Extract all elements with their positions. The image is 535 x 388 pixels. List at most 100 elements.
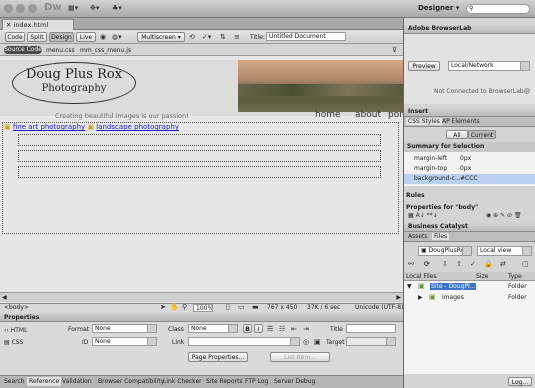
page-properties-button[interactable]: Page Properties... xyxy=(188,352,248,362)
bold-button[interactable]: B xyxy=(243,324,252,333)
tab-css-styles[interactable]: CSS Styles xyxy=(406,118,442,125)
html-mode-button[interactable]: ‹› HTML xyxy=(4,327,27,334)
file-row[interactable]: ▶ ▣ images Folder xyxy=(404,293,535,303)
workspace-switcher[interactable]: Designer ▾ xyxy=(418,4,459,12)
italic-button[interactable]: I xyxy=(254,324,263,333)
globe-icon[interactable]: ◍▾ xyxy=(112,33,122,41)
id-select[interactable]: None xyxy=(92,337,157,346)
bottom-tab[interactable]: Validation xyxy=(62,378,92,385)
bottom-tab[interactable]: Search xyxy=(4,378,25,385)
source-code-button[interactable]: Source Code xyxy=(4,46,42,54)
zoom-select[interactable]: 100% xyxy=(193,304,213,312)
bottom-tab[interactable]: FTP Log xyxy=(245,378,268,385)
expand-arrow-icon[interactable]: ▼ xyxy=(407,283,412,290)
outdent-icon[interactable]: ⇤ xyxy=(291,325,297,333)
related-file[interactable]: menu.css xyxy=(46,47,75,54)
log-button[interactable]: Log... xyxy=(508,377,532,386)
live-view-button[interactable]: Live xyxy=(76,32,96,42)
inspect-icon[interactable]: ◉ xyxy=(100,33,106,41)
site-menu-icon[interactable]: ♣▾ xyxy=(112,4,122,12)
get-files-icon[interactable]: ⇩ xyxy=(442,260,448,268)
ordered-list-icon[interactable]: ☷ xyxy=(279,325,285,333)
rule-property[interactable]: margin-left xyxy=(414,155,447,162)
bottom-tab[interactable]: Browser Compatibility xyxy=(98,378,164,385)
file-management-icon[interactable]: ⇅ xyxy=(220,33,226,41)
bottom-tab[interactable]: Link Checker xyxy=(163,378,202,385)
hand-tool-icon[interactable]: ✋ xyxy=(170,303,179,311)
unordered-list-icon[interactable]: ☰ xyxy=(267,325,273,333)
desktop-size-icon[interactable]: ▬ xyxy=(252,303,259,311)
col-size[interactable]: Size xyxy=(476,273,488,280)
zoom-window-icon[interactable] xyxy=(28,4,37,13)
mobile-size-icon[interactable]: ▯ xyxy=(226,303,230,311)
layout-menu-icon[interactable]: ▦▾ xyxy=(68,4,78,12)
rule-property[interactable]: background-c... xyxy=(414,175,461,182)
bottom-tab[interactable]: Server Debug xyxy=(274,378,315,385)
document-tab[interactable]: ✕ index.html (XHTML) xyxy=(2,19,74,39)
rule-value[interactable]: 0px xyxy=(460,155,471,162)
preview-button[interactable]: Preview xyxy=(408,61,440,71)
design-view-button[interactable]: Design xyxy=(49,32,74,42)
minimize-window-icon[interactable] xyxy=(16,4,25,13)
view-select[interactable]: Local view xyxy=(477,246,532,256)
put-files-icon[interactable]: ⇧ xyxy=(456,260,462,268)
browse-folder-icon[interactable]: ▣ xyxy=(314,338,321,346)
format-select[interactable]: None xyxy=(92,324,157,333)
code-view-button[interactable]: Code xyxy=(5,32,25,42)
multiscreen-button[interactable]: Multiscreen ▾ xyxy=(137,32,185,42)
indent-icon[interactable]: ⇥ xyxy=(303,325,309,333)
scroll-right-icon[interactable]: ▶ xyxy=(396,294,401,301)
browserlab-title[interactable]: Adobe BrowserLab xyxy=(404,24,535,34)
target-select[interactable] xyxy=(346,337,396,346)
col-local-files[interactable]: Local Files xyxy=(406,273,437,280)
refresh-files-icon[interactable]: ⟳ xyxy=(424,260,430,268)
window-size[interactable]: 767 x 450 xyxy=(267,304,297,311)
link-input[interactable] xyxy=(188,337,300,346)
site-select[interactable]: ▣ DougPlusRox xyxy=(418,246,472,256)
expand-icon[interactable]: ▢ xyxy=(522,260,529,268)
horizontal-scrollbar[interactable]: ◀ ▶ xyxy=(0,292,403,302)
menu-link[interactable]: fine art photography xyxy=(13,123,85,131)
document-title-input[interactable]: Untitled Document xyxy=(266,32,346,41)
file-row[interactable]: ▼ ▣ Site - DougPl... Folder xyxy=(404,282,535,292)
extend-menu-icon[interactable]: ✥▾ xyxy=(90,4,99,12)
select-tool-icon[interactable]: ➤ xyxy=(160,303,166,311)
rule-value[interactable]: #CCC xyxy=(460,175,478,182)
class-select[interactable]: None xyxy=(188,324,238,333)
nav-link[interactable]: about xyxy=(355,110,381,120)
validate-icon[interactable]: ✓▾ xyxy=(202,33,211,41)
filter-icon[interactable]: ⊽ xyxy=(392,46,397,54)
scroll-left-icon[interactable]: ◀ xyxy=(2,294,7,301)
all-button[interactable]: All xyxy=(446,130,468,139)
check-out-icon[interactable]: ✓ xyxy=(470,260,476,268)
nav-link[interactable]: por xyxy=(388,110,403,120)
close-tab-icon[interactable]: ✕ xyxy=(6,21,11,29)
css-panel-actions[interactable]: ◉ ⊕ ✎ ⊘ 🗑 xyxy=(486,212,522,220)
col-type[interactable]: Type xyxy=(508,273,522,280)
point-to-file-icon[interactable]: ◎ xyxy=(303,338,309,346)
business-catalyst-title[interactable]: Business Catalyst xyxy=(404,222,535,232)
refresh-icon[interactable]: ⟲ xyxy=(189,33,195,41)
css-panel-icons[interactable]: ▦ A↓ **↓ xyxy=(408,212,438,220)
current-button[interactable]: Current xyxy=(468,130,496,139)
title-field[interactable] xyxy=(346,324,396,333)
tablet-size-icon[interactable]: ▭ xyxy=(238,303,245,311)
rule-property[interactable]: margin-top xyxy=(414,165,447,172)
menu-link[interactable]: landscape photography xyxy=(96,123,179,131)
browser-check-icon[interactable]: ≡ xyxy=(234,33,240,41)
tag-selector[interactable]: <body> xyxy=(4,304,29,311)
list-item-button[interactable]: List Item... xyxy=(270,352,330,362)
close-window-icon[interactable] xyxy=(4,4,13,13)
nav-link[interactable]: home xyxy=(315,110,341,120)
zoom-tool-icon[interactable]: ⚲ xyxy=(182,303,187,311)
expand-arrow-icon[interactable]: ▶ xyxy=(418,294,423,301)
css-mode-button[interactable]: ▤ CSS xyxy=(4,339,23,346)
sync-icon[interactable]: ⇄ xyxy=(500,260,506,268)
search-input[interactable]: ⚲ xyxy=(466,4,530,14)
bottom-tab[interactable]: Site Reports xyxy=(206,378,242,385)
browserlab-mode-select[interactable]: Local/Network xyxy=(448,61,530,71)
related-file[interactable]: mm_css_menu.js xyxy=(80,47,131,54)
bottom-tab[interactable]: Reference xyxy=(27,377,62,386)
rule-value[interactable]: 0px xyxy=(460,165,471,172)
tab-assets[interactable]: Assets xyxy=(408,233,428,240)
